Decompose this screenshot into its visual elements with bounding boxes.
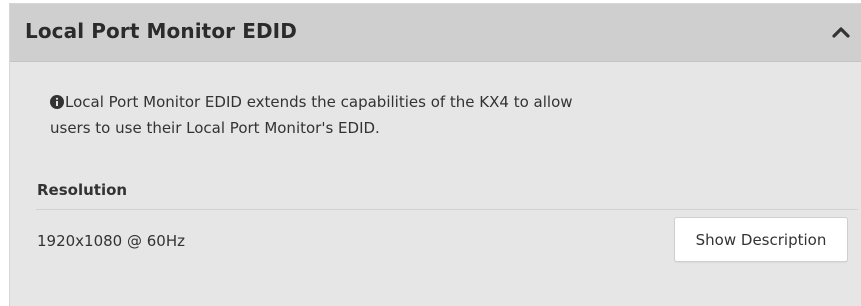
info-text: Local Port Monitor EDID extends the capa…: [50, 93, 573, 137]
panel-title: Local Port Monitor EDID: [25, 19, 297, 43]
chevron-up-icon[interactable]: [829, 20, 853, 44]
resolution-label: Resolution: [37, 181, 128, 199]
edid-panel: Local Port Monitor EDID Local Port Monit…: [9, 3, 861, 306]
show-description-button[interactable]: Show Description: [674, 217, 848, 262]
resolution-value: 1920x1080 @ 60Hz: [37, 232, 186, 250]
divider: [36, 209, 858, 210]
info-circle-icon: [50, 92, 64, 116]
info-message: Local Port Monitor EDID extends the capa…: [50, 90, 590, 140]
panel-header[interactable]: Local Port Monitor EDID: [10, 4, 861, 62]
